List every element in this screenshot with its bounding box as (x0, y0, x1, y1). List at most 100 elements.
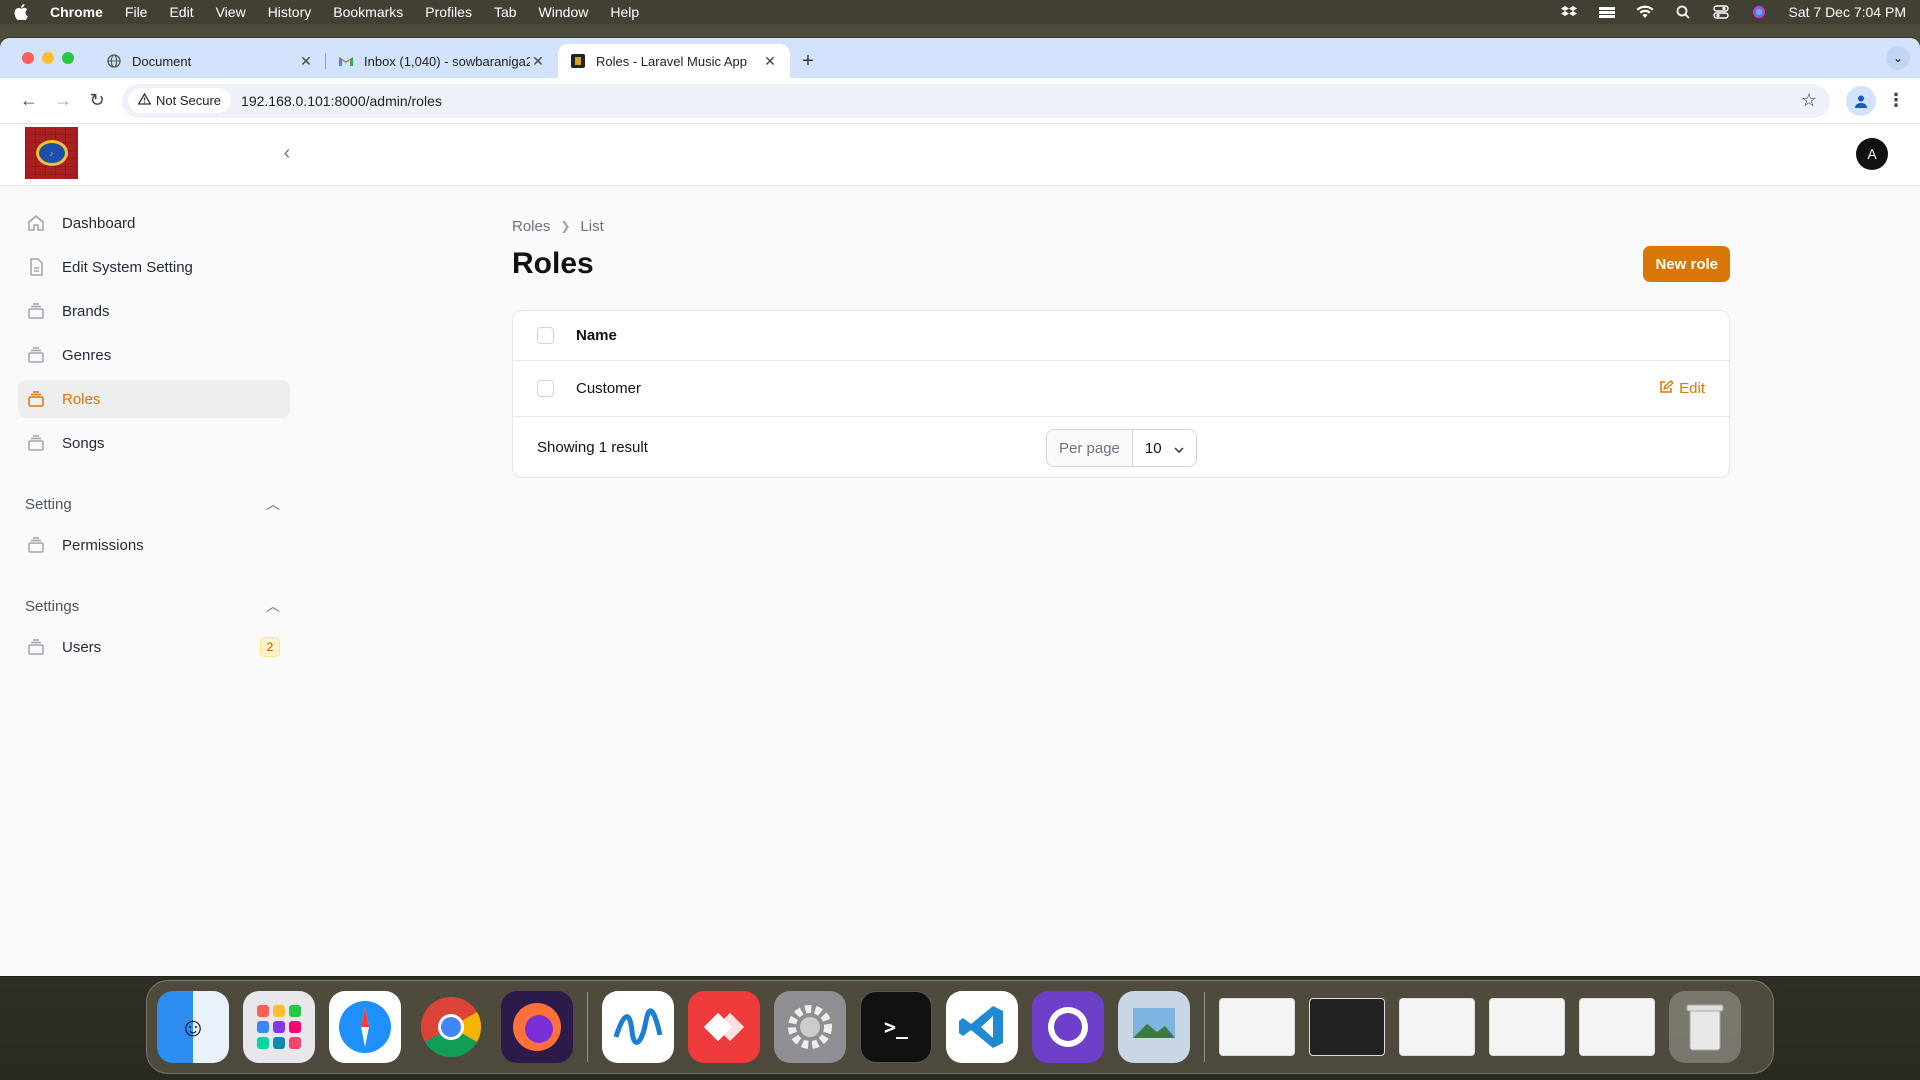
spotlight-search-icon[interactable] (1674, 5, 1692, 19)
menu-bookmarks[interactable]: Bookmarks (333, 4, 403, 20)
stack-icon (26, 637, 46, 657)
security-label: Not Secure (156, 93, 222, 108)
menu-edit[interactable]: Edit (169, 4, 193, 20)
menu-view[interactable]: View (216, 4, 246, 20)
main-content: Roles ❯ List Roles New role Name Custome… (512, 204, 1730, 478)
sidebar-item-dashboard[interactable]: Dashboard (18, 204, 290, 242)
tab-document[interactable]: Document ✕ (94, 44, 326, 78)
sidebar-item-users[interactable]: Users 2 (18, 628, 290, 666)
breadcrumb: Roles ❯ List (512, 216, 1730, 236)
sidebar-item-edit-system-setting[interactable]: Edit System Setting (18, 248, 290, 286)
profile-icon[interactable] (1846, 85, 1876, 116)
bookmark-star-icon[interactable]: ☆ (1794, 90, 1824, 111)
minimized-window-thumbnail[interactable] (1579, 998, 1655, 1056)
control-center-icon[interactable] (1712, 5, 1730, 19)
menu-profiles[interactable]: Profiles (425, 4, 472, 20)
chevron-up-icon[interactable]: ︿ (266, 596, 280, 616)
preview-icon[interactable] (1118, 991, 1190, 1063)
chrome-icon[interactable] (415, 991, 487, 1063)
macos-dock: ☺ >_ (146, 980, 1774, 1074)
collapse-sidebar-chevron-left-icon[interactable]: ‹ (276, 142, 298, 164)
new-tab-button[interactable]: + (790, 44, 826, 78)
table-row[interactable]: Customer Edit (513, 361, 1729, 417)
sidebar-item-label: Users (62, 638, 102, 656)
github-desktop-icon[interactable] (1032, 991, 1104, 1063)
safari-icon[interactable] (329, 991, 401, 1063)
app-header: ♪ ‹ A (0, 124, 1920, 186)
per-page-select[interactable]: Per page 10 (1046, 429, 1197, 467)
terminal-icon[interactable]: >_ (860, 991, 932, 1063)
firefox-logo-icon (513, 1003, 561, 1051)
title-row: Roles New role (512, 242, 1730, 286)
edit-label: Edit (1679, 380, 1705, 397)
finder-icon[interactable]: ☺ (157, 991, 229, 1063)
column-header-name[interactable]: Name (576, 327, 617, 344)
vscode-icon[interactable] (946, 991, 1018, 1063)
menu-app-name[interactable]: Chrome (50, 4, 103, 20)
sidebar-group-settings[interactable]: Settings ︿ (25, 594, 280, 618)
system-settings-icon[interactable] (774, 991, 846, 1063)
security-chip[interactable]: Not Secure (128, 88, 232, 113)
address-bar[interactable]: Not Secure 192.168.0.101:8000/admin/role… (122, 83, 1830, 118)
tab-roles[interactable]: Roles - Laravel Music App ✕ (558, 44, 790, 78)
close-tab-icon[interactable]: ✕ (762, 53, 778, 70)
freeform-icon[interactable] (602, 991, 674, 1063)
trash-icon[interactable] (1669, 991, 1741, 1063)
anydesk-icon[interactable] (688, 991, 760, 1063)
menu-file[interactable]: File (125, 4, 148, 20)
firefox-icon[interactable] (501, 991, 573, 1063)
page-title: Roles (512, 247, 594, 280)
chevron-up-icon[interactable]: ︿ (266, 494, 280, 514)
back-arrow-icon[interactable]: ← (12, 84, 46, 118)
breadcrumb-roles[interactable]: Roles (512, 218, 550, 235)
sidebar-item-permissions[interactable]: Permissions (18, 526, 290, 564)
sidebar-item-label: Dashboard (62, 214, 136, 232)
minimized-window-thumbnail[interactable] (1309, 998, 1385, 1056)
sidebar-item-label: Roles (62, 390, 101, 408)
siri-icon[interactable] (1750, 5, 1768, 19)
row-checkbox[interactable] (537, 380, 554, 397)
sidebar-item-brands[interactable]: Brands (18, 292, 290, 330)
new-role-button[interactable]: New role (1643, 246, 1730, 282)
menu-tab[interactable]: Tab (494, 4, 517, 20)
menu-help[interactable]: Help (610, 4, 639, 20)
dropbox-icon[interactable] (1560, 5, 1578, 19)
menu-clock[interactable]: Sat 7 Dec 7:04 PM (1788, 4, 1906, 20)
preview-photo-icon (1133, 1008, 1175, 1038)
sidebar-item-songs[interactable]: Songs (18, 424, 290, 462)
sidebar-item-roles[interactable]: Roles (18, 380, 290, 418)
table-header: Name (513, 311, 1729, 361)
app-logo[interactable]: ♪ (25, 127, 78, 179)
sidebar-group-setting[interactable]: Setting ︿ (25, 492, 280, 516)
storage-icon[interactable] (1598, 5, 1616, 19)
launchpad-icon[interactable] (243, 991, 315, 1063)
freeform-squiggle-icon (613, 1008, 663, 1045)
select-all-checkbox[interactable] (537, 327, 554, 344)
zoom-window-button[interactable] (62, 52, 74, 64)
minimize-window-button[interactable] (42, 52, 54, 64)
tab-search-chevron-icon[interactable]: ⌄ (1886, 46, 1910, 70)
close-window-button[interactable] (22, 52, 34, 64)
per-page-dropdown[interactable]: 10 (1132, 430, 1196, 466)
more-options-icon[interactable]: ⋮ (1884, 90, 1908, 111)
user-avatar[interactable]: A (1856, 138, 1888, 170)
minimized-window-thumbnail[interactable] (1399, 998, 1475, 1056)
sidebar-item-genres[interactable]: Genres (18, 336, 290, 374)
reload-icon[interactable]: ↻ (80, 84, 114, 118)
edit-link[interactable]: Edit (1659, 379, 1705, 398)
url-text[interactable]: 192.168.0.101:8000/admin/roles (241, 93, 442, 109)
close-tab-icon[interactable]: ✕ (298, 53, 314, 70)
menu-window[interactable]: Window (539, 4, 589, 20)
forward-arrow-icon[interactable]: → (46, 84, 80, 118)
close-tab-icon[interactable]: ✕ (530, 53, 546, 70)
minimized-window-thumbnail[interactable] (1489, 998, 1565, 1056)
macos-menu-bar: Chrome File Edit View History Bookmarks … (0, 0, 1920, 24)
tab-inbox[interactable]: Inbox (1,040) - sowbaraniga2 ✕ (326, 44, 558, 78)
apple-logo-icon[interactable] (14, 3, 32, 21)
wifi-icon[interactable] (1636, 5, 1654, 19)
sidebar-item-label: Genres (62, 346, 112, 364)
minimized-window-thumbnail[interactable] (1219, 998, 1295, 1056)
menu-history[interactable]: History (268, 4, 312, 20)
cell-name: Customer (576, 380, 642, 397)
app-favicon (570, 53, 586, 69)
